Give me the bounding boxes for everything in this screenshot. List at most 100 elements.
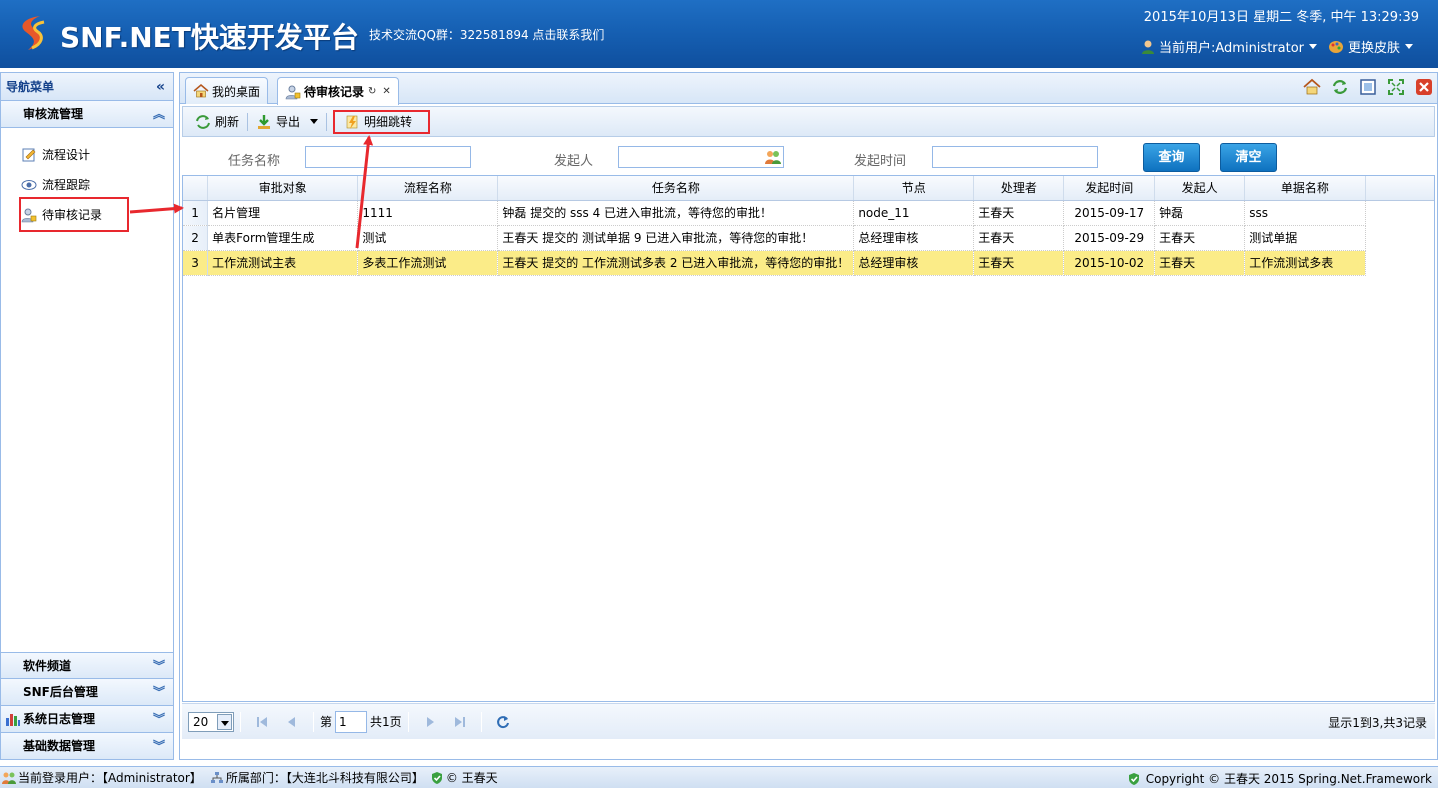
pagination-bar: 20 第 共1页 显示1到3,共3记录 (182, 703, 1435, 739)
maximize-icon[interactable] (1359, 78, 1377, 96)
snf-logo-icon (22, 16, 45, 50)
department-text: 所属部门：【大连北斗科技有限公司】 (225, 771, 424, 785)
pager-divider (480, 711, 482, 732)
nav-group-approval[interactable]: 审核流管理 ︽ (1, 101, 173, 128)
cell-initiator: 钟磊 (1154, 200, 1246, 226)
nav-group-software[interactable]: 软件频道 ︾ (1, 652, 173, 679)
change-skin-menu[interactable]: 更换皮肤 (1328, 37, 1414, 56)
app-header: SNF.NET快速开发平台 技术交流QQ群：322581894 点击联系我们 2… (0, 0, 1438, 68)
table-row-selected[interactable]: 3 工作流测试主表 多表工作流测试 王春天 提交的 工作流测试多表 2 已进入审… (183, 250, 1434, 276)
refresh-icon[interactable] (1331, 78, 1349, 96)
close-icon[interactable]: ✕ (382, 86, 390, 97)
grid-header-row: 审批对象 流程名称 任务名称 节点 处理者 发起时间 发起人 单据名称 (183, 176, 1434, 201)
first-page-icon[interactable] (254, 714, 270, 730)
initiator-input[interactable] (618, 146, 784, 168)
pager-divider (313, 711, 314, 732)
nav-item-label: 流程跟踪 (42, 178, 91, 192)
last-page-icon[interactable] (452, 714, 468, 730)
prev-page-icon[interactable] (284, 714, 300, 730)
column-header[interactable]: 单据名称 (1244, 176, 1366, 201)
filter-bar: 任务名称 发起人 发起时间 查询 清空 (180, 140, 1437, 174)
cell-filler (1365, 200, 1434, 225)
column-header[interactable]: 流程名称 (357, 176, 499, 201)
tab-label: 待审核记录 (304, 85, 365, 99)
export-button[interactable]: 导出 (252, 110, 322, 134)
column-header[interactable]: 任务名称 (497, 176, 855, 201)
copyright-text: Copyright © 王春天 2015 Spring.Net.Framewor… (1145, 772, 1432, 786)
nav-item-flow-design[interactable]: 流程设计 (21, 141, 90, 169)
next-page-icon[interactable] (422, 714, 438, 730)
column-header[interactable]: 发起人 (1154, 176, 1246, 201)
org-chart-icon (210, 771, 223, 783)
author-text: © 王春天 (445, 771, 498, 785)
qq-group-link[interactable]: 技术交流QQ群：322581894 点击联系我们 (369, 26, 604, 43)
nav-group-basic-data[interactable]: 基础数据管理 ︾ (1, 733, 173, 760)
page-number-input[interactable] (335, 710, 368, 733)
row-number: 3 (183, 250, 209, 276)
tab-label: 我的桌面 (212, 84, 261, 99)
lightning-doc-icon (346, 115, 358, 129)
export-label: 导出 (276, 115, 301, 129)
palette-icon (1329, 40, 1343, 53)
column-header-filler (1365, 176, 1434, 201)
nav-group-snf-admin[interactable]: SNF后台管理 ︾ (1, 679, 173, 706)
change-skin-label: 更换皮肤 (1348, 41, 1401, 56)
cell-time: 2015-09-17 (1063, 200, 1156, 226)
current-user-label: 当前用户:Administrator (1159, 41, 1304, 56)
nav-panel: 导航菜单 « 审核流管理 ︽ 流程设计 流程跟踪 待审核记录 软件频道 ︾ SN… (0, 72, 174, 760)
shield-check-icon (431, 771, 442, 784)
nav-group-label: SNF后台管理 (23, 685, 98, 699)
cell-handler: 王春天 (973, 225, 1065, 251)
current-user-menu[interactable]: 当前用户:Administrator (1140, 37, 1317, 56)
refresh-label: 刷新 (215, 115, 240, 129)
nav-group-system-log[interactable]: 系统日志管理 ︾ (1, 706, 173, 733)
toolbar-divider (326, 112, 328, 131)
cell-node: 总经理审核 (853, 225, 975, 251)
status-bar: 当前登录用户：【Administrator】 所属部门：【大连北斗科技有限公司】… (0, 766, 1438, 788)
task-name-label: 任务名称 (228, 154, 281, 169)
detail-jump-button[interactable]: 明细跳转 (333, 109, 431, 134)
initiator-label: 发起人 (554, 154, 594, 169)
column-header[interactable]: 审批对象 (207, 176, 359, 201)
reload-icon[interactable] (495, 714, 511, 730)
cell-time: 2015-09-29 (1063, 225, 1156, 251)
table-row[interactable]: 2 单表Form管理生成 测试 王春天 提交的 测试单据 9 已进入审批流，等待… (183, 225, 1434, 251)
fullscreen-icon[interactable] (1387, 78, 1405, 96)
row-number: 1 (183, 200, 209, 226)
nav-item-flow-tracking[interactable]: 流程跟踪 (21, 171, 90, 199)
toolbar: 刷新 导出 明细跳转 (182, 106, 1435, 137)
download-icon (258, 114, 271, 129)
chevron-down-icon (1309, 44, 1317, 49)
refresh-button[interactable]: 刷新 (191, 110, 243, 134)
page-total: 共1页 (370, 715, 402, 729)
user-picker-icon[interactable] (765, 150, 781, 164)
cell-initiator: 王春天 (1154, 250, 1246, 276)
tab-my-desktop[interactable]: 我的桌面 (185, 77, 269, 104)
nav-item-label: 流程设计 (42, 148, 91, 162)
chevron-down-icon: ︾ (152, 739, 165, 753)
column-header[interactable]: 发起时间 (1063, 176, 1156, 201)
bar-chart-icon (6, 714, 20, 726)
cell-handler: 王春天 (973, 200, 1065, 226)
column-header[interactable]: 处理者 (973, 176, 1065, 201)
task-name-input[interactable] (305, 146, 471, 168)
start-time-input[interactable] (932, 146, 1098, 168)
cell-object: 工作流测试主表 (207, 250, 359, 276)
page-size-select[interactable]: 20 (188, 711, 234, 732)
data-grid: 审批对象 流程名称 任务名称 节点 处理者 发起时间 发起人 单据名称 1 名片… (182, 175, 1435, 702)
refresh-icon[interactable]: ↻ (368, 86, 376, 97)
home-icon (193, 84, 209, 98)
tab-pending-approval[interactable]: 待审核记录 ↻ ✕ (277, 77, 399, 105)
copyright-area: Copyright © 王春天 2015 Spring.Net.Framewor… (1125, 770, 1432, 787)
column-header[interactable]: 节点 (853, 176, 975, 201)
search-button[interactable]: 查询 (1143, 143, 1200, 172)
collapse-left-icon[interactable]: « (156, 73, 165, 101)
table-row[interactable]: 1 名片管理 1111 钟磊 提交的 sss 4 已进入审批流，等待您的审批！ … (183, 200, 1434, 226)
chevron-down-icon (1405, 44, 1414, 49)
close-icon[interactable] (1415, 78, 1433, 96)
nav-header: 导航菜单 « (1, 73, 173, 101)
home-icon[interactable] (1303, 78, 1321, 96)
shield-check-icon (1128, 772, 1139, 785)
cell-task: 王春天 提交的 工作流测试多表 2 已进入审批流，等待您的审批！ (497, 250, 855, 276)
clear-button[interactable]: 清空 (1220, 143, 1277, 172)
